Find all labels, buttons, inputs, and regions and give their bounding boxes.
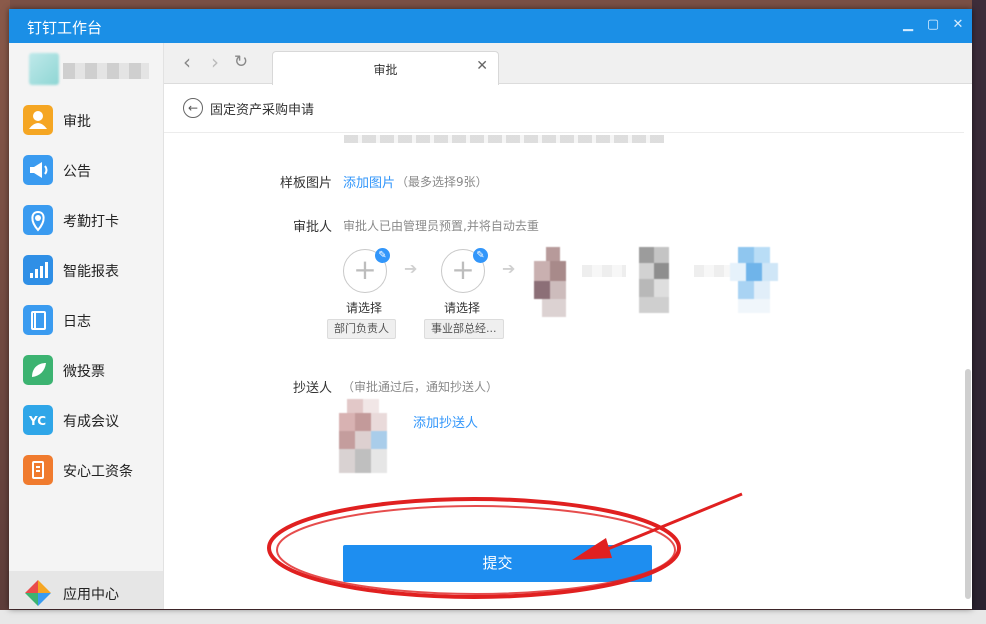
window-title: 钉钉工作台 <box>27 19 103 37</box>
desktop-bottom-edge <box>0 610 986 624</box>
salary-icon <box>23 455 53 485</box>
approver-step-label: 请选择 <box>444 301 481 315</box>
sidebar-item-label: 审批 <box>63 114 91 130</box>
back-icon[interactable]: ‹ <box>176 51 198 73</box>
back-arrow-icon[interactable]: ← <box>183 98 203 118</box>
template-image-hint: （最多选择9张） <box>396 175 488 189</box>
approver-hint: 审批人已由管理员预置,并将自动去重 <box>343 219 539 233</box>
arrow-right-icon: ➔ <box>404 259 418 278</box>
sidebar-item-label: 公告 <box>63 164 91 180</box>
sidebar-item-reports[interactable]: 智能报表 <box>9 248 163 294</box>
sidebar-item-vote[interactable]: 微投票 <box>9 348 163 394</box>
truncated-text-row <box>344 135 664 143</box>
maximize-icon[interactable]: ▢ <box>926 18 940 32</box>
submit-button[interactable]: 提交 <box>343 545 652 582</box>
sidebar-item-label: 有成会议 <box>63 414 119 430</box>
approver-role-tag: 部门负责人 <box>327 319 396 339</box>
leaf-icon <box>23 355 53 385</box>
browser-toolbar: ‹ › ↻ 审批 ✕ <box>164 43 972 85</box>
sidebar-item-salary[interactable]: 安心工资条 <box>9 448 163 494</box>
add-cc-link[interactable]: 添加抄送人 <box>413 412 478 431</box>
sidebar-item-announcement[interactable]: 公告 <box>9 148 163 194</box>
sidebar-item-log[interactable]: 日志 <box>9 298 163 344</box>
arrow-right-icon: ➔ <box>502 259 516 278</box>
megaphone-icon <box>23 155 53 185</box>
sidebar-item-label: 应用中心 <box>63 587 119 603</box>
page-header: ← 固定资产采购申请 <box>164 84 964 133</box>
approver-avatar-blurred <box>639 247 669 313</box>
approver-avatar-blurred <box>534 247 580 319</box>
cc-label: 抄送人 <box>293 381 333 396</box>
tab-close-icon[interactable]: ✕ <box>476 58 488 74</box>
refresh-icon[interactable]: ↻ <box>230 51 252 73</box>
user-name-blurred <box>63 63 149 79</box>
scrollbar[interactable] <box>965 369 971 599</box>
location-icon <box>23 205 53 235</box>
approver-role-tag: 事业部总经... <box>424 319 504 339</box>
forward-icon[interactable]: › <box>204 51 226 73</box>
cc-avatar-blurred <box>339 399 391 475</box>
minimize-icon[interactable]: ▁ <box>901 18 915 32</box>
sidebar-item-app-center[interactable]: 应用中心 <box>9 571 163 609</box>
approver-avatar-blurred <box>730 247 778 313</box>
app-window: 钉钉工作台 ▁ ▢ ✕ 审批 公告 考勤打卡 智能报表 日志 微投票 YC 有成… <box>9 9 972 609</box>
tab-label: 审批 <box>373 63 398 77</box>
approver-label: 审批人 <box>293 220 333 235</box>
sidebar-item-label: 考勤打卡 <box>63 214 119 230</box>
add-image-link[interactable]: 添加图片 <box>343 172 395 191</box>
svg-text:YC: YC <box>28 414 46 428</box>
template-image-label: 样板图片 <box>280 176 333 191</box>
page-title: 固定资产采购申请 <box>210 103 315 118</box>
desktop-right-edge <box>972 0 986 624</box>
cc-hint: （审批通过后，通知抄送人） <box>342 380 499 394</box>
approver-step-label: 请选择 <box>346 301 383 315</box>
edit-pencil-icon: ✎ <box>473 248 488 263</box>
sidebar-item-label: 安心工资条 <box>63 464 133 480</box>
blurred-text <box>582 265 626 277</box>
tab-approval[interactable]: 审批 ✕ <box>272 51 499 85</box>
sidebar-item-meeting[interactable]: YC 有成会议 <box>9 398 163 444</box>
user-profile[interactable] <box>23 53 153 89</box>
sidebar-item-attendance[interactable]: 考勤打卡 <box>9 198 163 244</box>
meeting-icon: YC <box>23 405 53 435</box>
chart-icon <box>23 255 53 285</box>
sidebar-item-label: 日志 <box>63 314 91 330</box>
notebook-icon <box>23 305 53 335</box>
person-icon <box>23 105 53 135</box>
close-icon[interactable]: ✕ <box>951 18 965 32</box>
title-bar: 钉钉工作台 ▁ ▢ ✕ <box>9 9 972 43</box>
main-content: ‹ › ↻ 审批 ✕ ← 固定资产采购申请 样板图片 添加图片 （最多选择9张）… <box>164 43 972 609</box>
sidebar: 审批 公告 考勤打卡 智能报表 日志 微投票 YC 有成会议 安心工资条 应用中… <box>9 43 164 609</box>
app-center-icon <box>23 578 53 608</box>
edit-pencil-icon: ✎ <box>375 248 390 263</box>
sidebar-item-approval[interactable]: 审批 <box>9 98 163 144</box>
avatar <box>29 53 59 85</box>
sidebar-item-label: 微投票 <box>63 364 105 380</box>
blurred-text <box>694 265 734 277</box>
sidebar-item-label: 智能报表 <box>63 264 119 280</box>
